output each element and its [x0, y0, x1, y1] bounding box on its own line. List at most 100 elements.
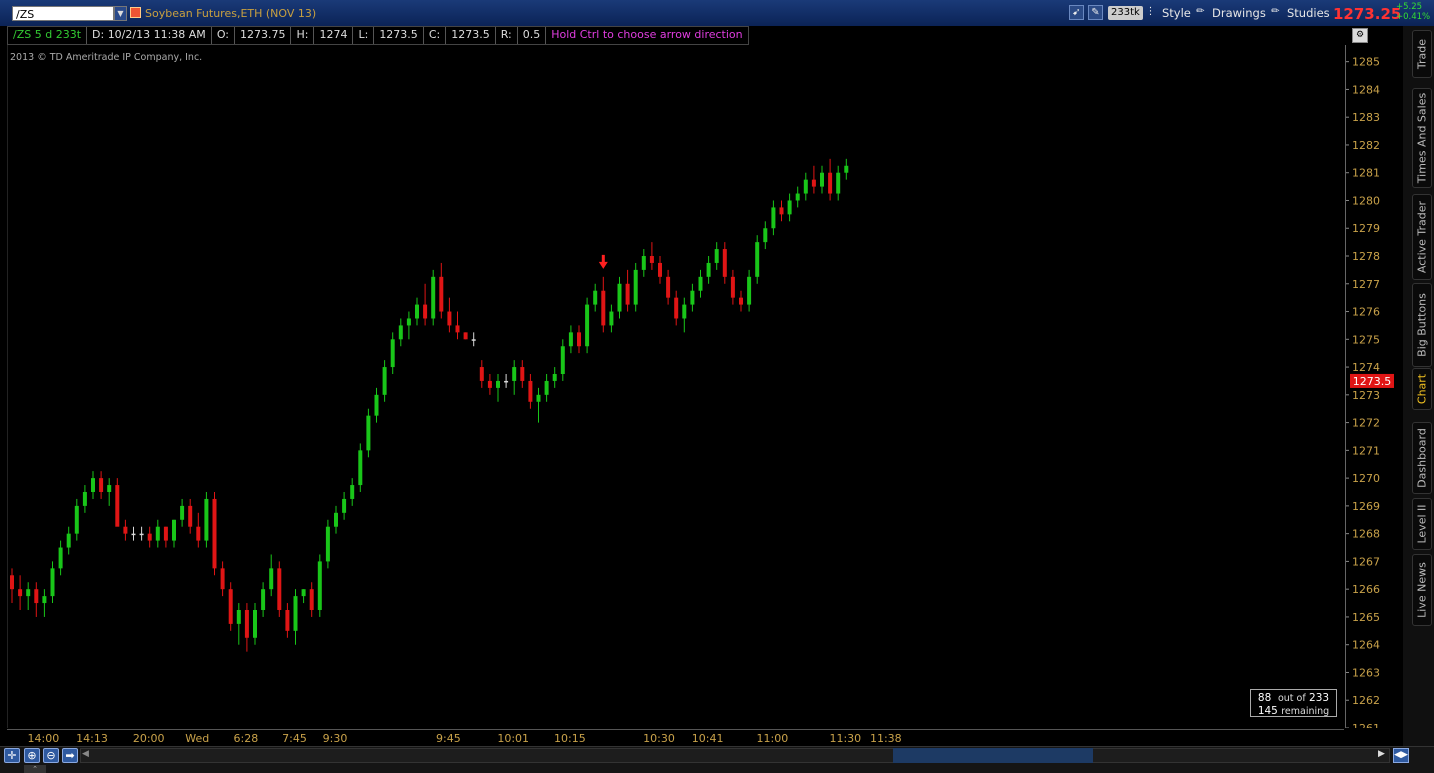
out-of-label: out of: [1277, 693, 1306, 704]
symbol-period: /ZS 5 d 233t: [8, 27, 88, 44]
candle-body: [560, 346, 565, 375]
candle-body: [236, 610, 241, 624]
y-tick-label: 1282: [1352, 139, 1380, 152]
candle-body: [358, 450, 363, 486]
scrollbar-thumb[interactable]: [893, 748, 1093, 763]
zoom-out-icon[interactable]: ⊖: [43, 748, 59, 763]
bar-info-strip: /ZS 5 d 233t D: 10/2/13 11:38 AM O: 1273…: [7, 26, 749, 45]
candle-body: [487, 380, 492, 388]
low-value: 1273.5: [374, 27, 424, 44]
tab-label: Live News: [1415, 562, 1429, 618]
candle-body: [520, 367, 525, 381]
candle-body: [682, 304, 687, 319]
candle-body: [74, 505, 79, 534]
y-tick-label: 1269: [1352, 500, 1380, 513]
candle-body: [747, 276, 752, 305]
scroll-left-icon[interactable]: ◀: [82, 749, 89, 759]
bars-remaining: 145: [1257, 705, 1278, 717]
candle-body: [415, 304, 419, 319]
link-icon[interactable]: [130, 7, 141, 18]
tab-trade[interactable]: Trade: [1412, 30, 1432, 78]
drawings-icon[interactable]: ✏: [1193, 5, 1208, 20]
price-chart[interactable]: [7, 45, 1345, 728]
studies-menu[interactable]: Studies: [1287, 6, 1330, 20]
time-axis[interactable]: 14:00 14:13 20:00 Wed 6:28 7:45 9:30 9:45 10:01 1…: [7, 729, 1344, 747]
candle-body: [641, 256, 646, 270]
candle-body: [714, 249, 719, 263]
tab-level-ii[interactable]: Level II: [1412, 498, 1432, 550]
pan-icon[interactable]: ✛: [4, 748, 20, 763]
candle-body: [50, 568, 55, 597]
net-change: +5.25: [1396, 2, 1423, 12]
low-label: L:: [353, 27, 375, 44]
y-tick-label: 1261: [1352, 722, 1380, 728]
candle-body: [787, 200, 792, 215]
candle-body: [180, 505, 185, 520]
candle-body: [836, 172, 841, 194]
candle-body: [423, 304, 428, 319]
x-tick-label: Wed: [185, 732, 210, 745]
wrench-icon[interactable]: ✎: [1088, 5, 1103, 20]
aggregation-badge[interactable]: 233tk: [1108, 6, 1143, 20]
candle-body: [123, 526, 128, 534]
candle-body: [34, 589, 39, 604]
cursor-icon[interactable]: ➹: [1069, 5, 1084, 20]
tab-chart[interactable]: Chart: [1412, 368, 1432, 410]
x-tick-label: 14:00: [27, 732, 60, 745]
candle-body: [803, 179, 808, 194]
bars-total: 233: [1309, 692, 1330, 704]
candle-body: [739, 297, 743, 305]
symbol-dropdown-icon[interactable]: ▼: [114, 6, 127, 21]
candle-body: [577, 332, 581, 347]
symbol-input[interactable]: /ZS: [12, 6, 114, 21]
x-tick-label: 11:30: [829, 732, 862, 745]
price-axis[interactable]: 1285 1284 1283 1282 1281 1280 1279 1278 1277 1276…: [1345, 45, 1402, 735]
studies-icon[interactable]: ✏: [1268, 5, 1283, 20]
scroll-right-icon[interactable]: ▶: [1378, 749, 1385, 759]
y-tick-label: 1273: [1352, 389, 1380, 402]
x-tick-label: 9:30: [322, 732, 348, 745]
candle-body: [504, 380, 509, 383]
tab-big-buttons[interactable]: Big Buttons: [1412, 283, 1432, 367]
y-tick-label: 1267: [1352, 555, 1380, 568]
style-menu[interactable]: Style: [1162, 6, 1191, 20]
candle-body: [26, 589, 31, 597]
candle-body: [544, 380, 549, 395]
y-tick-label: 1265: [1352, 611, 1380, 624]
style-icon[interactable]: ⋮: [1143, 5, 1158, 20]
y-tick-label: 1281: [1352, 167, 1380, 180]
tab-active-trader[interactable]: Active Trader: [1412, 194, 1432, 280]
y-tick-label: 1280: [1352, 194, 1380, 207]
candle-body: [139, 533, 144, 536]
candle-body: [188, 505, 193, 527]
candle-body: [155, 526, 160, 541]
tab-dashboard[interactable]: Dashboard: [1412, 422, 1432, 494]
down-arrow-marker[interactable]: [598, 254, 608, 269]
candle-body: [512, 367, 517, 381]
candle-body: [172, 519, 176, 541]
zoom-in-icon[interactable]: ⊕: [24, 748, 40, 763]
candle-body: [350, 485, 355, 499]
drawings-menu[interactable]: Drawings: [1212, 6, 1266, 20]
candle-body: [706, 262, 711, 277]
chart-settings-icon[interactable]: ⚙: [1352, 28, 1368, 43]
close-label: C:: [424, 27, 447, 44]
y-tick-label: 1276: [1352, 306, 1380, 319]
candle-body: [293, 596, 298, 631]
candle-body: [58, 547, 63, 569]
tab-times-and-sales[interactable]: Times And Sales: [1412, 88, 1432, 188]
x-tick-label: 10:01: [497, 732, 530, 745]
last-price-bubble-label: 1273.5: [1353, 375, 1392, 388]
candle-body: [366, 415, 371, 451]
x-tick-label: 20:00: [132, 732, 165, 745]
tab-live-news[interactable]: Live News: [1412, 554, 1432, 626]
y-tick-label: 1271: [1352, 444, 1380, 457]
tab-label: Active Trader: [1415, 200, 1429, 274]
time-scrollbar[interactable]: [80, 748, 1390, 763]
candle-body: [730, 276, 735, 298]
candle-body: [771, 207, 776, 229]
x-tick-label: 14:13: [76, 732, 108, 745]
expand-icon[interactable]: ◀▶: [1393, 748, 1409, 763]
candle-body: [18, 589, 23, 597]
forward-arrow-icon[interactable]: ➡: [62, 748, 78, 763]
